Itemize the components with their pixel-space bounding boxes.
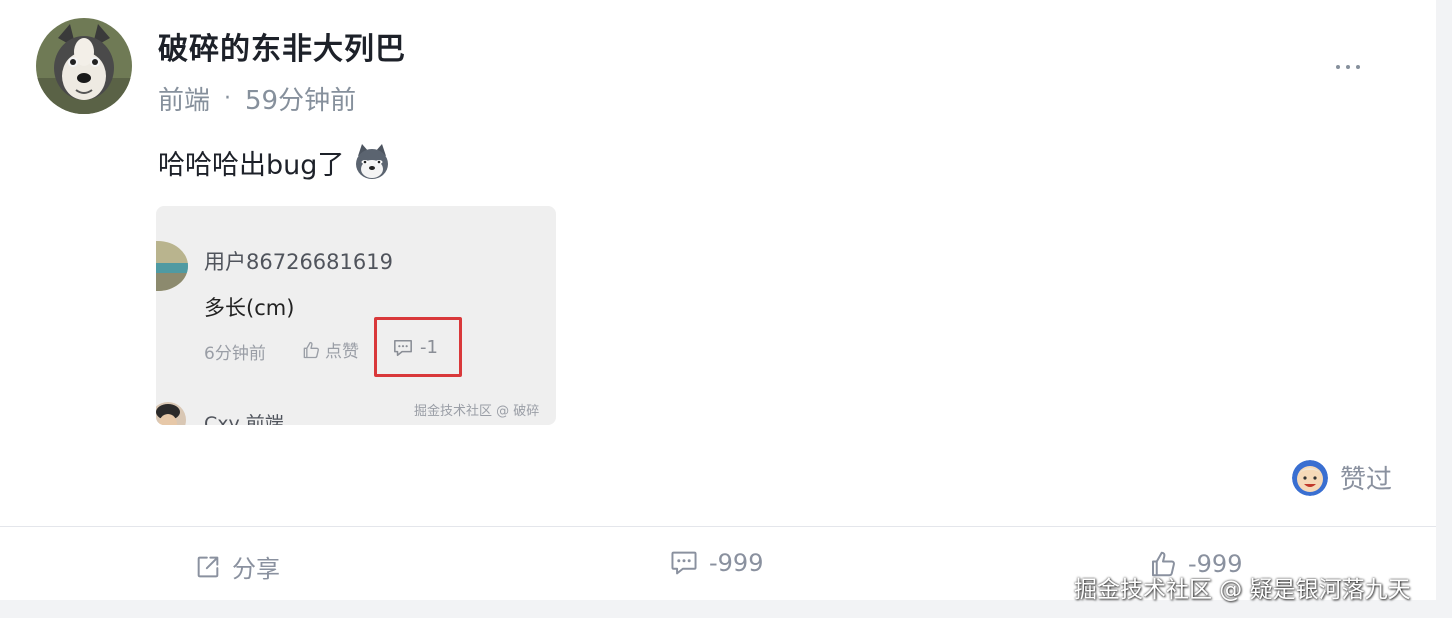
husky-dog-icon [36,18,132,114]
share-button[interactable]: 分享 [194,549,280,584]
meta-separator: · [224,86,232,111]
commenter-name: 用户86726681619 [204,250,393,274]
comment-text: 多长(cm) [204,296,295,320]
thumbs-up-icon [303,341,319,358]
cartoon-face-icon [1292,459,1328,496]
comment-icon [671,551,697,575]
share-label: 分享 [232,555,280,583]
liked-by[interactable]: 赞过 [1292,459,1392,496]
next-commenter-avatar [156,402,186,425]
liked-by-label: 赞过 [1340,465,1393,495]
comment-count: -999 [709,549,764,577]
liker-avatar [1292,459,1328,496]
more-dot [1346,65,1350,69]
circle-tag[interactable]: 前端 [158,80,210,117]
comment-like: 点赞 [301,337,359,362]
husky-emoji-icon [352,142,392,182]
image-watermark: 掘金技术社区 @ 破碎 [414,404,540,419]
comment-like-label: 点赞 [325,342,359,362]
author-avatar[interactable] [36,18,132,114]
post-time: 59分钟前 [245,86,357,116]
comment-button[interactable]: -999 [669,549,763,577]
more-dot [1356,65,1360,69]
post-image[interactable]: 用户86726681619 多长(cm) 6分钟前 点赞 -1 Cxy 前端 掘 [156,206,556,425]
comment-time: 6分钟前 [204,344,266,364]
post-content: 哈哈哈出bug了 [158,142,392,182]
post-meta: 前端 · 59分钟前 [158,80,356,117]
platform-watermark: 掘金技术社区 @ 疑是银河落九天 [1074,577,1411,603]
share-icon [197,556,219,577]
commenter-avatar [156,241,188,291]
highlight-box [374,317,462,377]
post-card: 破碎的东非大列巴 前端 · 59分钟前 哈哈哈出bug了 用户867266816… [0,0,1436,600]
more-options-button[interactable] [1326,52,1370,82]
author-name[interactable]: 破碎的东非大列巴 [158,24,406,68]
page-background-right [1436,0,1452,618]
post-text: 哈哈哈出bug了 [158,149,345,181]
more-dot [1336,65,1340,69]
next-commenter-name: Cxy 前端 [204,413,284,425]
